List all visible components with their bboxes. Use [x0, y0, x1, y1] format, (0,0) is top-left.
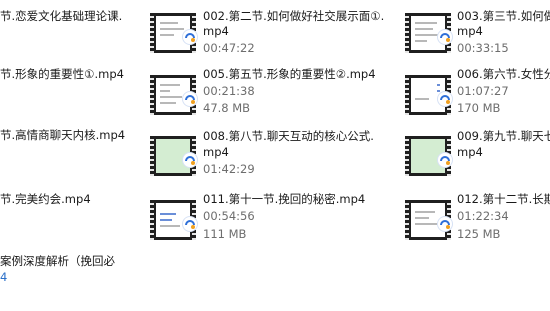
duration: 00:54:56 [203, 209, 255, 223]
play-badge-icon [183, 217, 197, 231]
play-badge-icon [183, 153, 197, 167]
duration: 00:33:15 [457, 41, 509, 55]
play-badge-icon [183, 92, 197, 106]
file-name: 节.完美约会.mp4 [0, 192, 91, 206]
duration: 01:07:27 [457, 84, 509, 98]
file-name: 008.第八节.聊天互动的核心公式. [203, 129, 374, 143]
file-name: 节.恋爱文化基础理论课. [0, 9, 123, 23]
file-name-ext: mp4 [457, 145, 483, 159]
file-name: 005.第五节.形象的重要性②.mp4 [203, 67, 376, 81]
play-badge-icon [183, 30, 197, 44]
duration: 00:47:22 [203, 41, 255, 55]
file-size: 170 MB [457, 101, 501, 115]
duration: 01:22:34 [457, 209, 509, 223]
file-name-ext: mp4 [457, 24, 483, 38]
file-name: 006.第六节.女性分 [457, 67, 550, 81]
play-badge-icon [438, 30, 452, 44]
file-name: 002.第二节.如何做好社交展示面①. [203, 9, 385, 23]
file-name: 节.高情商聊天内核.mp4 [0, 128, 126, 142]
duration: 01:42:29 [203, 162, 255, 176]
play-badge-icon [438, 92, 452, 106]
play-badge-icon [438, 217, 452, 231]
file-name: 012.第十二节.长期 [457, 192, 550, 206]
file-name: 003.第三节.如何做 [457, 9, 550, 23]
duration: 00:21:38 [203, 84, 255, 98]
file-size: 111 MB [203, 227, 247, 241]
file-name-ext: mp4 [203, 145, 229, 159]
file-name-ext: mp4 [203, 24, 229, 38]
file-name: 节.形象的重要性①.mp4 [0, 67, 124, 81]
file-size: 125 MB [457, 227, 501, 241]
play-badge-icon [438, 153, 452, 167]
file-name: 009.第九节.聊天七 [457, 129, 550, 143]
file-name-suffix: 4 [0, 270, 8, 284]
file-name: 011.第十一节.挽回的秘密.mp4 [203, 192, 366, 206]
file-size: 47.8 MB [203, 101, 251, 115]
file-name: 案例深度解析（挽回必 [0, 254, 115, 268]
